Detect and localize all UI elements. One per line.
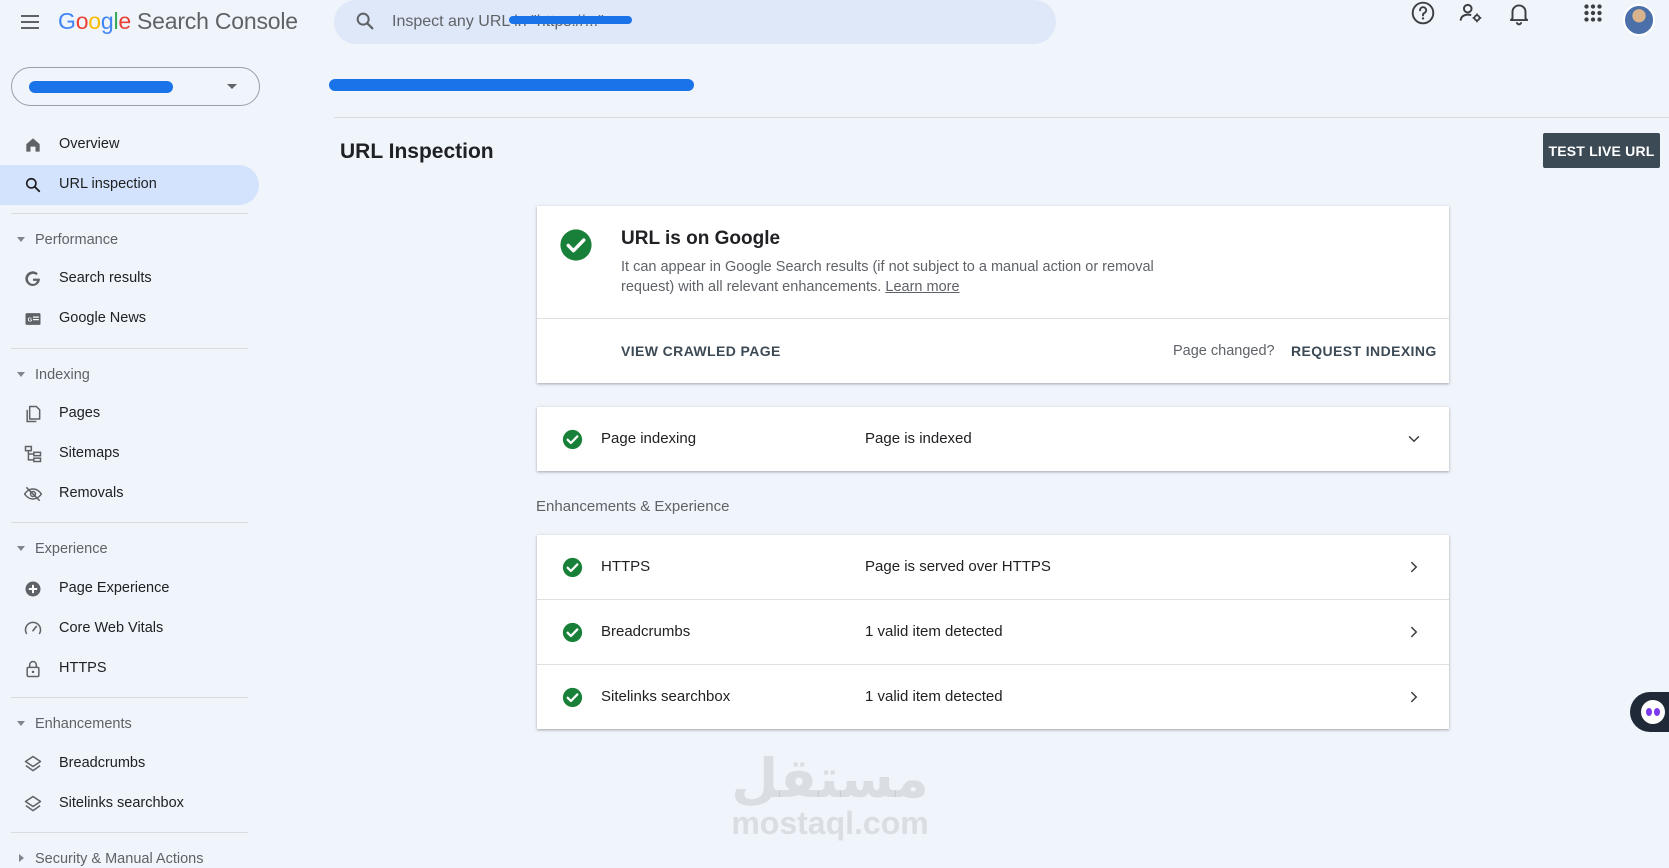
- sidebar-section-security-manual-actions[interactable]: Security & Manual Actions: [0, 845, 259, 868]
- sidebar-divider: [11, 832, 248, 833]
- assistant-bubble-button[interactable]: [1630, 692, 1669, 732]
- news-icon: G: [25, 313, 41, 325]
- search-icon[interactable]: [354, 10, 376, 32]
- learn-more-link[interactable]: Learn more: [885, 279, 959, 295]
- enhancement-row-https[interactable]: HTTPS Page is served over HTTPS: [537, 535, 1449, 599]
- page-title: URL Inspection: [340, 140, 494, 163]
- sidebar-item-overview[interactable]: Overview: [0, 125, 259, 165]
- redacted-property-name: [29, 81, 173, 93]
- status-description: It can appear in Google Search results (…: [621, 259, 1154, 295]
- watermark-latin: mostaql.com: [731, 805, 929, 841]
- status-title: URL is on Google: [621, 228, 781, 249]
- url-status-card: URL is on Google It can appear in Google…: [537, 206, 1449, 383]
- property-selector[interactable]: [11, 67, 260, 106]
- card-divider: [537, 318, 1449, 319]
- sidebar-divider: [11, 522, 248, 523]
- sidebar-divider: [11, 697, 248, 698]
- google-g-icon: [25, 271, 40, 286]
- url-divider: [334, 117, 1669, 118]
- layers-icon: [24, 795, 42, 812]
- check-circle-icon: [562, 622, 583, 643]
- search-console-logo[interactable]: Google Search Console: [58, 8, 298, 35]
- sidebar-section-enhancements[interactable]: Enhancements: [0, 710, 259, 738]
- inspect-url-input[interactable]: [392, 11, 992, 33]
- apps-grid-icon[interactable]: [1580, 0, 1606, 26]
- sidebar-section-performance[interactable]: Performance: [0, 226, 259, 254]
- enhancements-section-label: Enhancements & Experience: [536, 498, 730, 515]
- main-menu-button[interactable]: [18, 10, 42, 34]
- product-name: Search Console: [137, 8, 298, 34]
- sidebar-item-core-web-vitals[interactable]: Core Web Vitals: [0, 609, 259, 649]
- sidebar-item-sitemaps[interactable]: Sitemaps: [0, 434, 259, 474]
- sidebar-item-breadcrumbs[interactable]: Breadcrumbs: [0, 744, 259, 784]
- svg-text:G: G: [28, 318, 33, 324]
- test-live-url-button[interactable]: TEST LIVE URL: [1543, 133, 1660, 168]
- request-indexing-button[interactable]: REQUEST INDEXING: [1291, 343, 1437, 359]
- enhancement-row-breadcrumbs[interactable]: Breadcrumbs 1 valid item detected: [537, 600, 1449, 664]
- page-indexing-row[interactable]: Page indexing Page is indexed: [537, 407, 1449, 471]
- check-circle-icon: [562, 687, 583, 708]
- notifications-icon[interactable]: [1506, 0, 1532, 26]
- sidebar-item-search-results[interactable]: Search results: [0, 259, 259, 299]
- expand-arrow-icon: [19, 854, 24, 862]
- sidebar-item-page-experience[interactable]: Page Experience: [0, 569, 259, 609]
- check-circle-icon: [562, 429, 583, 450]
- help-icon[interactable]: [1410, 0, 1436, 26]
- manage-users-icon[interactable]: [1458, 0, 1484, 26]
- plus-circle-icon: [25, 581, 41, 597]
- watermark-arabic: مستقل: [731, 747, 929, 810]
- collapse-arrow-icon: [17, 546, 25, 551]
- home-icon: [26, 138, 40, 152]
- collapse-arrow-icon: [17, 721, 25, 726]
- account-avatar[interactable]: [1623, 4, 1655, 36]
- page-changed-label: Page changed?: [1173, 343, 1275, 359]
- page-indexing-card: Page indexing Page is indexed: [537, 407, 1449, 471]
- sidebar-section-indexing[interactable]: Indexing: [0, 361, 259, 389]
- sidebar-item-removals[interactable]: Removals: [0, 474, 259, 514]
- sidebar-item-url-inspection[interactable]: URL inspection: [0, 165, 259, 205]
- search-icon: [25, 177, 41, 193]
- lock-icon: [26, 660, 40, 678]
- chevron-down-icon[interactable]: [1405, 430, 1423, 448]
- watermark: مستقل mostaql.com: [730, 747, 930, 841]
- menu-icon: [21, 15, 39, 17]
- visibility-off-icon: [23, 486, 43, 502]
- assistant-face-icon: [1641, 700, 1665, 724]
- sidebar-item-https[interactable]: HTTPS: [0, 649, 259, 689]
- sidebar-section-experience[interactable]: Experience: [0, 535, 259, 563]
- check-circle-icon: [562, 557, 583, 578]
- redacted-inspected-url: [329, 79, 694, 91]
- chevron-right-icon: [1411, 691, 1418, 703]
- pages-icon: [26, 405, 41, 423]
- check-circle-icon: [560, 229, 592, 261]
- inspect-url-search-box[interactable]: [334, 0, 1056, 44]
- layers-icon: [24, 755, 42, 772]
- view-crawled-page-button[interactable]: VIEW CRAWLED PAGE: [621, 343, 781, 359]
- collapse-arrow-icon: [17, 372, 25, 377]
- redacted-domain: [509, 16, 632, 24]
- collapse-arrow-icon: [17, 237, 25, 242]
- sidebar-item-google-news[interactable]: G Google News: [0, 299, 259, 339]
- sidebar-item-pages[interactable]: Pages: [0, 394, 259, 434]
- sidebar-divider: [11, 213, 248, 214]
- sitemap-icon: [24, 445, 42, 463]
- top-app-bar: Google Search Console: [0, 0, 1669, 44]
- sidebar-item-sitelinks-searchbox[interactable]: Sitelinks searchbox: [0, 784, 259, 824]
- chevron-right-icon: [1411, 561, 1418, 573]
- speedometer-icon: [24, 621, 42, 635]
- chevron-right-icon: [1411, 626, 1418, 638]
- dropdown-caret-icon: [227, 84, 237, 89]
- enhancement-row-sitelinks-searchbox[interactable]: Sitelinks searchbox 1 valid item detecte…: [537, 665, 1449, 729]
- enhancements-card: HTTPS Page is served over HTTPS Breadcru…: [537, 535, 1449, 729]
- sidebar-divider: [11, 348, 248, 349]
